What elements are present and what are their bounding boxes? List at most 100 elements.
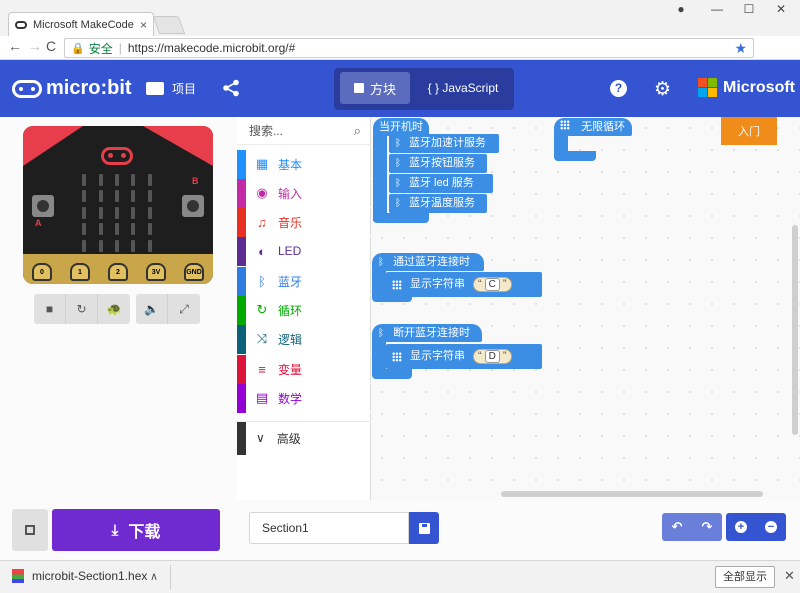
category-led[interactable]: ◐ LED	[237, 236, 371, 266]
category-label: 循环	[278, 303, 303, 318]
on-bluetooth-connected-block[interactable]: ᛒ 通过蓝牙连接时	[372, 253, 484, 271]
category-label: 逻辑	[278, 332, 303, 347]
share-icon[interactable]	[222, 79, 240, 97]
blocks-mode-label: 方块	[369, 81, 396, 97]
minimize-button[interactable]: —	[706, 2, 728, 20]
microsoft-logo[interactable]: Microsoft	[698, 78, 795, 97]
bluetooth-accelerometer-service-block[interactable]: ᛒ 蓝牙加速计服务	[389, 134, 499, 153]
show-string-block[interactable]: 显示字符串 “C”	[386, 272, 542, 297]
show-all-downloads-button[interactable]: 全部显示	[715, 566, 775, 588]
new-tab-button[interactable]	[152, 16, 186, 34]
horizontal-scrollbar[interactable]	[501, 491, 763, 497]
grid-icon	[560, 120, 570, 130]
category-math[interactable]: ▤ 数学	[237, 383, 371, 413]
bluetooth-icon: ᛒ	[395, 178, 401, 189]
advanced-label: 高级	[276, 431, 301, 446]
button-b-label: B	[192, 176, 199, 186]
bookmark-star-icon[interactable]: ★	[734, 40, 747, 57]
category-input[interactable]: ◉ 输入	[237, 178, 371, 208]
on-disconnected-label: 断开蓝牙连接时	[393, 327, 471, 339]
close-window-button[interactable]: ✕	[770, 2, 792, 20]
category-logic[interactable]: ⤨ 逻辑	[237, 324, 371, 354]
profile-icon[interactable]: ●	[670, 2, 692, 20]
chevron-up-icon[interactable]: ∧	[150, 570, 158, 583]
gear-icon[interactable]: ⚙	[654, 78, 671, 101]
browser-tab[interactable]: Microsoft MakeCode fo ×	[8, 12, 154, 36]
search-input[interactable]: 搜索... ⌕	[237, 117, 371, 145]
projects-label: 项目	[172, 82, 197, 96]
category-advanced[interactable]: ∨ 高级	[237, 421, 371, 455]
stop-button[interactable]: ■	[34, 294, 67, 324]
blocks-mode-button[interactable]: 方块	[340, 72, 410, 104]
grid-icon: ▦	[255, 156, 269, 171]
puzzle-icon	[353, 83, 364, 93]
undo-button[interactable]: ↶	[662, 513, 692, 541]
category-bluetooth[interactable]: ᛒ 蓝牙	[237, 266, 371, 296]
downloaded-file-item[interactable]: microbit-Section1.hex	[12, 569, 147, 583]
minus-icon: −	[765, 521, 777, 533]
category-variables[interactable]: ≡ 变量	[237, 354, 371, 384]
tab-close-icon[interactable]: ×	[140, 18, 147, 32]
on-connected-label: 通过蓝牙连接时	[393, 256, 471, 268]
folder-icon	[146, 82, 164, 95]
mute-button[interactable]: 🔈	[135, 294, 168, 324]
save-button[interactable]	[409, 512, 439, 544]
blocks-workspace[interactable]: 当开机时 ᛒ 蓝牙加速计服务 ᛒ 蓝牙按钮服务 ᛒ 蓝牙 led 服务 ᛒ 蓝牙…	[371, 117, 800, 500]
string-value-input[interactable]: “D”	[473, 349, 512, 364]
string-value[interactable]: C	[484, 278, 500, 291]
restart-button[interactable]: ↻	[66, 294, 99, 324]
browser-address-bar: ← → C 🔒 安全 | https://makecode.microbit.o…	[0, 36, 800, 90]
microbit-face-icon	[12, 79, 42, 98]
search-icon[interactable]: ⌕	[354, 123, 361, 139]
pin-gnd[interactable]: GND	[184, 263, 204, 281]
pin-0[interactable]: 0	[32, 263, 52, 281]
shuffle-icon: ⤨	[256, 331, 268, 346]
pin-3v[interactable]: 3V	[146, 263, 166, 281]
forward-arrow-icon[interactable]: →	[28, 38, 42, 54]
reload-icon[interactable]: C	[46, 38, 56, 54]
project-name-input[interactable]: Section1	[249, 512, 409, 544]
speaker-icon: 🔈	[143, 302, 159, 316]
block-label: 蓝牙加速计服务	[409, 137, 486, 149]
redo-button[interactable]: ↷	[692, 513, 722, 541]
category-music[interactable]: ♫ 音乐	[237, 207, 371, 237]
back-arrow-icon[interactable]: ←	[8, 38, 22, 54]
simulator-toolbar: ■ ↻ 🐢 🔈 ⤢	[34, 294, 200, 324]
board-button-b[interactable]	[182, 195, 204, 217]
plus-icon: +	[735, 521, 747, 533]
download-label: 下载	[128, 524, 161, 541]
vertical-scrollbar[interactable]	[792, 225, 798, 435]
category-label: 变量	[278, 362, 303, 377]
category-basic[interactable]: ▦ 基本	[237, 149, 371, 179]
help-icon[interactable]: ?	[610, 80, 627, 97]
string-value-input[interactable]: “C”	[473, 277, 512, 292]
getting-started-button[interactable]: 入门	[721, 117, 777, 145]
zoom-out-button[interactable]: −	[756, 513, 786, 541]
show-string-label: 显示字符串	[410, 350, 465, 362]
bluetooth-temperature-service-block[interactable]: ᛒ 蓝牙温度服务	[389, 194, 487, 213]
microbit-logo[interactable]: micro:bit	[12, 77, 132, 100]
on-disconnected-body	[372, 340, 386, 372]
category-loops[interactable]: ↻ 循环	[237, 295, 371, 325]
close-shelf-icon[interactable]: ✕	[784, 568, 795, 584]
bluetooth-led-service-block[interactable]: ᛒ 蓝牙 led 服务	[389, 174, 493, 193]
javascript-mode-button[interactable]: { } JavaScript	[418, 72, 508, 104]
maximize-button[interactable]: ☐	[738, 2, 760, 20]
pin-1[interactable]: 1	[70, 263, 90, 281]
zoom-in-button[interactable]: +	[726, 513, 756, 541]
show-string-block[interactable]: 显示字符串 “D”	[386, 344, 542, 369]
on-bluetooth-disconnected-block[interactable]: ᛒ 断开蓝牙连接时	[372, 324, 482, 342]
projects-button[interactable]: 项目	[146, 80, 196, 97]
url-input[interactable]: 🔒 安全 | https://makecode.microbit.org/# ★	[64, 38, 754, 58]
fullscreen-icon: ⤢	[179, 301, 189, 316]
board-button-a[interactable]	[32, 195, 54, 217]
bluetooth-button-service-block[interactable]: ᛒ 蓝牙按钮服务	[389, 154, 487, 173]
on-start-body	[373, 134, 387, 222]
collapse-simulator-button[interactable]	[12, 509, 48, 551]
string-value[interactable]: D	[484, 350, 500, 363]
pin-2[interactable]: 2	[108, 263, 128, 281]
fullscreen-button[interactable]: ⤢	[167, 294, 200, 324]
tab-title: Microsoft MakeCode fo	[33, 18, 134, 31]
download-button[interactable]: ⤓ 下载	[52, 509, 220, 551]
slowmo-button[interactable]: 🐢	[98, 294, 131, 324]
